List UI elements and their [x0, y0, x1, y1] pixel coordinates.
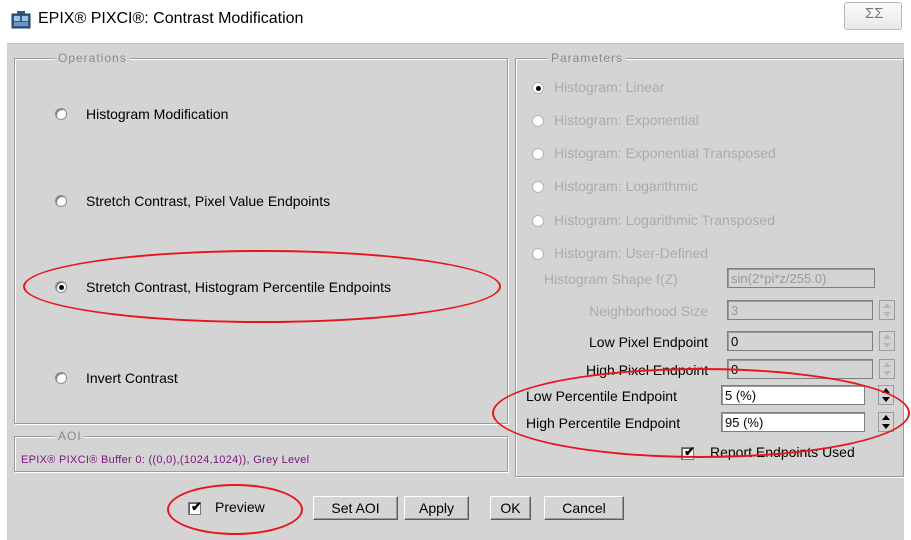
set-aoi-button[interactable]: Set AOI — [313, 496, 398, 520]
histogram-option-label: Histogram: Exponential Transposed — [554, 145, 776, 161]
operation-label: Stretch Contrast, Histogram Percentile E… — [86, 279, 392, 295]
spin-up-icon — [882, 388, 890, 393]
report-endpoints-checkbox[interactable]: ✔ — [681, 444, 695, 460]
radio-stretch-pixel-endpoints[interactable] — [55, 195, 67, 207]
low-percentile-endpoint-spinner[interactable] — [878, 385, 894, 405]
dialog-body: Operations Histogram Modification Stretc… — [7, 43, 904, 540]
spin-down-icon — [883, 371, 891, 376]
apply-button[interactable]: Apply — [404, 496, 469, 520]
spin-down-icon — [882, 397, 890, 402]
neighborhood-size-field[interactable]: 3 — [727, 300, 873, 320]
close-icon: ΣΣ — [865, 5, 884, 22]
aoi-description: EPIX® PIXCI® Buffer 0: ((0,0),(1024,1024… — [21, 454, 310, 466]
radio-selected-dot — [536, 86, 541, 91]
operations-group: Operations Histogram Modification Stretc… — [14, 51, 508, 424]
low-percentile-endpoint-label: Low Percentile Endpoint — [526, 388, 677, 404]
histogram-shape-field[interactable]: sin(2*pi*z/255.0) — [727, 268, 875, 288]
checkmark-icon: ✔ — [684, 444, 695, 459]
close-button[interactable]: ΣΣ — [844, 2, 902, 30]
histogram-shape-label: Histogram Shape f(Z) — [544, 271, 678, 287]
preview-checkbox[interactable]: ✔ — [188, 499, 202, 515]
radio-histogram-linear[interactable] — [532, 82, 544, 94]
radio-selected-dot — [59, 285, 64, 290]
radio-histogram-exponential-transposed[interactable] — [532, 148, 544, 160]
histogram-option-label: Histogram: User-Defined — [554, 245, 709, 261]
histogram-option-label: Histogram: Exponential — [554, 112, 699, 128]
ok-button[interactable]: OK — [490, 496, 531, 520]
spin-down-icon — [882, 424, 890, 429]
preview-label: Preview — [215, 499, 265, 515]
low-pixel-endpoint-spinner[interactable] — [879, 331, 895, 351]
pixci-app-icon — [11, 11, 31, 29]
high-pixel-endpoint-spinner[interactable] — [879, 359, 895, 379]
operation-label: Invert Contrast — [86, 370, 178, 386]
spin-down-icon — [883, 312, 891, 317]
neighborhood-size-label: Neighborhood Size — [589, 303, 709, 319]
spin-up-icon — [882, 415, 890, 420]
operation-label: Histogram Modification — [86, 106, 229, 122]
parameters-legend: Parameters — [548, 51, 627, 65]
parameters-group: Parameters Histogram: Linear Histogram: … — [515, 51, 904, 477]
radio-histogram-modification[interactable] — [55, 108, 67, 120]
spin-up-icon — [883, 362, 891, 367]
spin-down-icon — [883, 343, 891, 348]
high-percentile-endpoint-label: High Percentile Endpoint — [526, 415, 681, 431]
operations-legend: Operations — [55, 51, 130, 65]
aoi-legend: AOI — [55, 429, 85, 443]
radio-histogram-user-defined[interactable] — [532, 248, 544, 260]
spin-up-icon — [883, 334, 891, 339]
aoi-group: AOI EPIX® PIXCI® Buffer 0: ((0,0),(1024,… — [14, 429, 508, 472]
cancel-button[interactable]: Cancel — [544, 496, 624, 520]
high-pixel-endpoint-label: High Pixel Endpoint — [586, 362, 709, 378]
high-pixel-endpoint-field[interactable]: 0 — [727, 359, 873, 379]
histogram-option-label: Histogram: Logarithmic Transposed — [554, 212, 775, 228]
radio-invert-contrast[interactable] — [55, 372, 67, 384]
report-endpoints-label: Report Endpoints Used — [710, 444, 855, 460]
window-title: EPIX® PIXCI®: Contrast Modification — [38, 10, 304, 27]
spin-up-icon — [883, 303, 891, 308]
operation-label: Stretch Contrast, Pixel Value Endpoints — [86, 193, 331, 209]
histogram-option-label: Histogram: Linear — [554, 79, 665, 95]
histogram-option-label: Histogram: Logarithmic — [554, 178, 698, 194]
title-bar: EPIX® PIXCI®: Contrast Modification ΣΣ — [0, 0, 911, 40]
low-percentile-endpoint-field[interactable]: 5 (%) — [721, 385, 865, 405]
low-pixel-endpoint-label: Low Pixel Endpoint — [589, 334, 709, 350]
high-percentile-endpoint-field[interactable]: 95 (%) — [721, 412, 865, 432]
checkmark-icon: ✔ — [191, 499, 202, 514]
neighborhood-size-spinner[interactable] — [879, 300, 895, 320]
radio-histogram-logarithmic-transposed[interactable] — [532, 215, 544, 227]
radio-stretch-percentile-endpoints[interactable] — [55, 281, 67, 293]
radio-histogram-exponential[interactable] — [532, 115, 544, 127]
high-percentile-endpoint-spinner[interactable] — [878, 412, 894, 432]
radio-histogram-logarithmic[interactable] — [532, 181, 544, 193]
low-pixel-endpoint-field[interactable]: 0 — [727, 331, 873, 351]
